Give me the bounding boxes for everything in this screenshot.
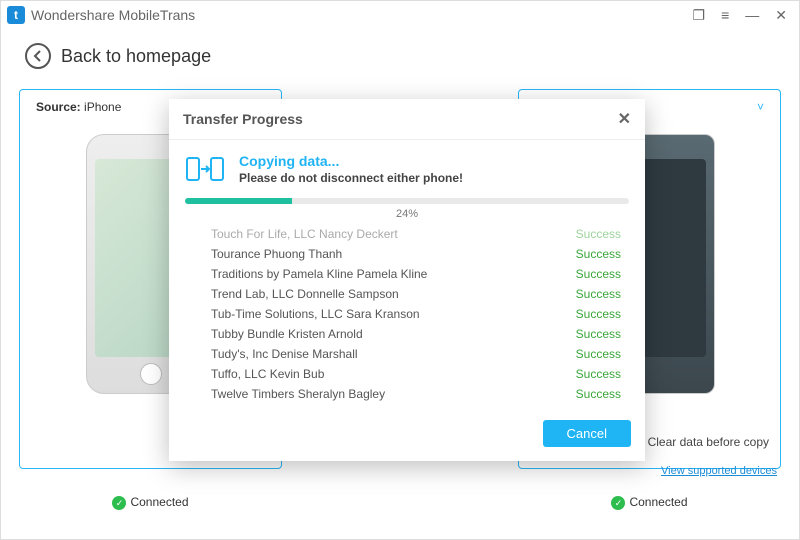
source-device: iPhone [84, 100, 121, 114]
transfer-progress-dialog: Transfer Progress ✕ Copying data... Plea… [169, 99, 645, 461]
transfer-icon [185, 152, 225, 186]
back-arrow-icon [25, 43, 51, 69]
minimize-icon[interactable]: — [745, 7, 759, 24]
progress-warning: Please do not disconnect either phone! [239, 171, 463, 185]
clear-data-option[interactable]: Clear data before copy [629, 435, 769, 449]
chevron-down-icon[interactable]: ˅ [757, 100, 764, 114]
supported-devices-link[interactable]: View supported devices [661, 465, 777, 477]
menu-icon[interactable]: ≡ [721, 7, 729, 24]
feedback-icon[interactable]: ❐ [693, 7, 706, 24]
source-label: Source: [36, 100, 81, 114]
close-icon[interactable]: ✕ [618, 109, 631, 129]
progress-percent: 24% [185, 208, 629, 220]
list-item: Twelve Timbers Sheralyn BagleySuccess [211, 384, 621, 402]
app-title: Wondershare MobileTrans [31, 7, 195, 23]
dest-status: ✓Connected [519, 495, 780, 511]
close-window-icon[interactable]: ✕ [775, 7, 787, 24]
dialog-title: Transfer Progress [183, 111, 303, 127]
list-item: Trend Lab, LLC Donnelle SampsonSuccess [211, 284, 621, 304]
cancel-button[interactable]: Cancel [543, 420, 631, 447]
app-logo: t [7, 6, 25, 24]
list-item: Tuffo, LLC Kevin BubSuccess [211, 364, 621, 384]
list-item: Tub-Time Solutions, LLC Sara KransonSucc… [211, 304, 621, 324]
source-status: ✓Connected [20, 495, 281, 511]
back-button[interactable]: Back to homepage [25, 43, 781, 69]
progress-bar [185, 198, 629, 204]
progress-heading: Copying data... [239, 153, 463, 169]
list-item: Tourance Phuong ThanhSuccess [211, 244, 621, 264]
check-icon: ✓ [112, 496, 126, 510]
check-icon: ✓ [611, 496, 625, 510]
list-item: Traditions by Pamela Kline Pamela KlineS… [211, 264, 621, 284]
list-item: Touch For Life, LLC Nancy DeckertSuccess [211, 224, 621, 244]
list-item: Tudy's, Inc Denise MarshallSuccess [211, 344, 621, 364]
transfer-item-list[interactable]: Touch For Life, LLC Nancy DeckertSuccess… [185, 224, 629, 402]
list-item: Tubby Bundle Kristen ArnoldSuccess [211, 324, 621, 344]
back-label: Back to homepage [61, 46, 211, 67]
